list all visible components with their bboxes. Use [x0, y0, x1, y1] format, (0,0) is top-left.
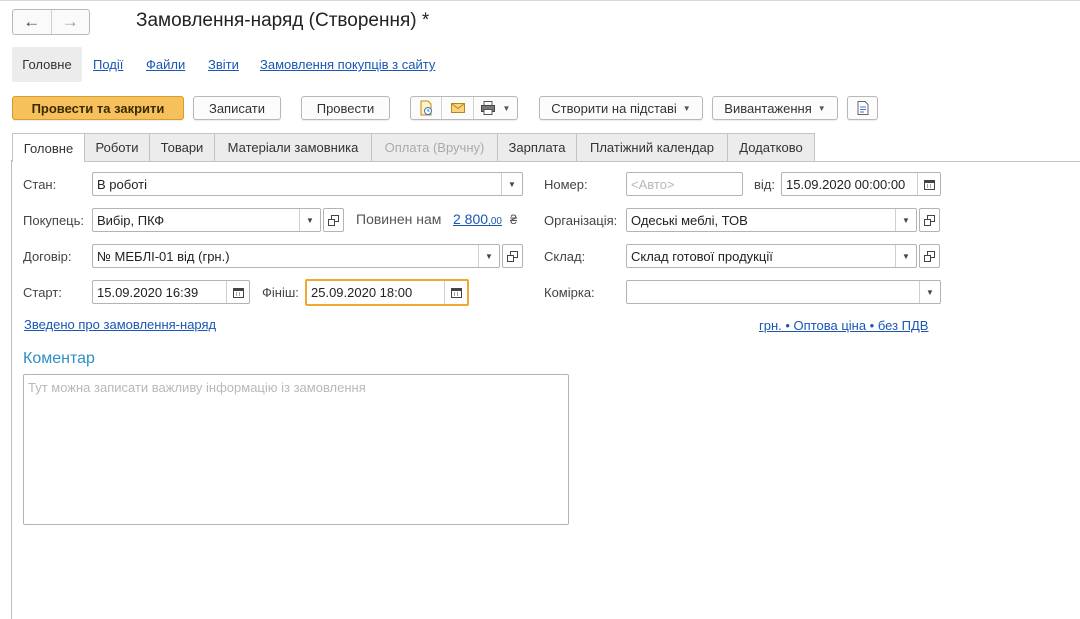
open-window-icon	[924, 214, 935, 226]
icon-button-group: ▼	[410, 96, 518, 120]
open-contract-button[interactable]	[502, 244, 523, 268]
chevron-down-icon: ▼	[682, 103, 691, 113]
create-based-on-button[interactable]: Створити на підставі ▼	[539, 96, 703, 120]
arrow-left-icon: ←	[23, 12, 41, 31]
open-window-icon	[328, 214, 339, 226]
tab-additional[interactable]: Додатково	[727, 133, 815, 161]
finish-label: Фініш:	[262, 285, 299, 300]
date-from-label: від:	[754, 177, 775, 192]
navigation-buttons: ← →	[12, 9, 90, 35]
finish-date-field[interactable]: 25.09.2020 18:00	[305, 279, 469, 306]
forward-button[interactable]: →	[50, 10, 90, 34]
tab-main[interactable]: Головне	[12, 133, 85, 162]
number-label: Номер:	[544, 177, 588, 192]
buyer-label: Покупець:	[23, 213, 85, 228]
calendar-icon[interactable]	[226, 281, 249, 303]
chevron-down-icon[interactable]: ▼	[501, 173, 522, 195]
export-label: Вивантаження	[724, 100, 812, 116]
arrow-right-icon: →	[61, 12, 79, 31]
open-window-icon	[507, 250, 518, 262]
start-date-field[interactable]: 15.09.2020 16:39	[92, 280, 250, 304]
chevron-down-icon[interactable]: ▼	[299, 209, 320, 231]
document-date-value: 15.09.2020 00:00:00	[786, 176, 906, 192]
top-tab-reports[interactable]: Звіти	[208, 57, 239, 72]
back-button[interactable]: ←	[13, 10, 51, 34]
window-top-border	[0, 0, 1080, 1]
warehouse-value: Склад готової продукції	[631, 248, 773, 264]
create-based-on-label: Створити на підставі	[551, 100, 677, 116]
save-button[interactable]: Записати	[193, 96, 281, 120]
open-warehouse-button[interactable]	[919, 244, 940, 268]
contract-label: Договір:	[23, 249, 72, 264]
tab-customer-materials[interactable]: Матеріали замовника	[214, 133, 372, 161]
form-left-border	[11, 160, 12, 619]
start-label: Старт:	[23, 285, 62, 300]
top-tab-files[interactable]: Файли	[146, 57, 185, 72]
tab-payment-calendar[interactable]: Платіжний календар	[576, 133, 728, 161]
document-date-field[interactable]: 15.09.2020 00:00:00	[781, 172, 941, 196]
tab-payment[interactable]: Оплата (Вручну)	[371, 133, 498, 161]
comment-textarea[interactable]: Тут можна записати важливу інформацію із…	[23, 374, 569, 525]
document-clock-icon	[420, 100, 433, 116]
chevron-down-icon[interactable]: ▼	[895, 209, 916, 231]
organization-field[interactable]: Одеські меблі, ТОВ ▼	[626, 208, 917, 232]
state-field[interactable]: В роботі ▼	[92, 172, 523, 196]
envelope-icon	[450, 103, 465, 113]
post-button[interactable]: Провести	[301, 96, 390, 120]
contract-field[interactable]: № МЕБЛІ-01 від (грн.) ▼	[92, 244, 500, 268]
printer-icon	[481, 101, 496, 115]
price-settings-link[interactable]: грн. • Оптова ціна • без ПДВ	[759, 318, 928, 333]
export-button[interactable]: Вивантаження ▼	[712, 96, 838, 120]
owes-amount-link[interactable]: 2 800,00	[453, 211, 502, 227]
chevron-down-icon[interactable]: ▼	[478, 245, 499, 267]
calendar-icon[interactable]	[444, 281, 467, 304]
top-tab-site-orders[interactable]: Замовлення покупців з сайту	[260, 57, 435, 72]
owes-cents: ,00	[488, 216, 502, 227]
contract-value: № МЕБЛІ-01 від (грн.)	[97, 248, 230, 264]
comment-title: Коментар	[23, 350, 95, 367]
print-button[interactable]: ▼	[474, 97, 517, 119]
tab-salary[interactable]: Зарплата	[497, 133, 577, 161]
open-window-icon	[924, 250, 935, 262]
organization-value: Одеські меблі, ТОВ	[631, 212, 748, 228]
chevron-down-icon: ▼	[502, 103, 511, 113]
top-tab-main[interactable]: Головне	[12, 47, 82, 82]
finish-date-value: 25.09.2020 18:00	[311, 285, 413, 300]
comment-placeholder: Тут можна записати важливу інформацію із…	[28, 380, 366, 395]
report-structure-button[interactable]	[847, 96, 878, 120]
warehouse-field[interactable]: Склад готової продукції ▼	[626, 244, 917, 268]
currency-sign: ₴	[510, 212, 518, 227]
tab-strip-divider	[11, 161, 1080, 162]
owes-label: Повинен нам	[356, 211, 442, 227]
chevron-down-icon[interactable]: ▼	[895, 245, 916, 267]
cell-field[interactable]: ▼	[626, 280, 941, 304]
number-placeholder: <Авто>	[631, 176, 675, 192]
tab-works[interactable]: Роботи	[84, 133, 150, 161]
start-date-value: 15.09.2020 16:39	[97, 284, 199, 300]
owes-amount: 2 800	[453, 211, 489, 227]
top-tab-events[interactable]: Події	[93, 57, 123, 72]
warehouse-label: Склад:	[544, 249, 586, 264]
order-summary-link[interactable]: Зведено про замовлення-наряд	[24, 317, 216, 332]
number-field[interactable]: <Авто>	[626, 172, 743, 196]
chevron-down-icon: ▼	[817, 103, 826, 113]
send-email-button[interactable]	[442, 97, 474, 119]
organization-label: Організація:	[544, 213, 618, 228]
open-buyer-button[interactable]	[323, 208, 344, 232]
post-and-close-button[interactable]: Провести та закрити	[12, 96, 184, 120]
window-title: Замовлення-наряд (Створення) *	[136, 10, 430, 31]
chevron-down-icon[interactable]: ▼	[919, 281, 940, 303]
buyer-value: Вибір, ПКФ	[97, 212, 165, 228]
tab-goods[interactable]: Товари	[149, 133, 215, 161]
buyer-field[interactable]: Вибір, ПКФ ▼	[92, 208, 321, 232]
document-list-icon	[857, 101, 868, 115]
open-organization-button[interactable]	[919, 208, 940, 232]
state-value: В роботі	[97, 176, 147, 192]
document-status-button[interactable]	[411, 97, 443, 119]
state-label: Стан:	[23, 177, 57, 192]
cell-label: Комірка:	[544, 285, 595, 300]
calendar-icon[interactable]	[917, 173, 940, 195]
